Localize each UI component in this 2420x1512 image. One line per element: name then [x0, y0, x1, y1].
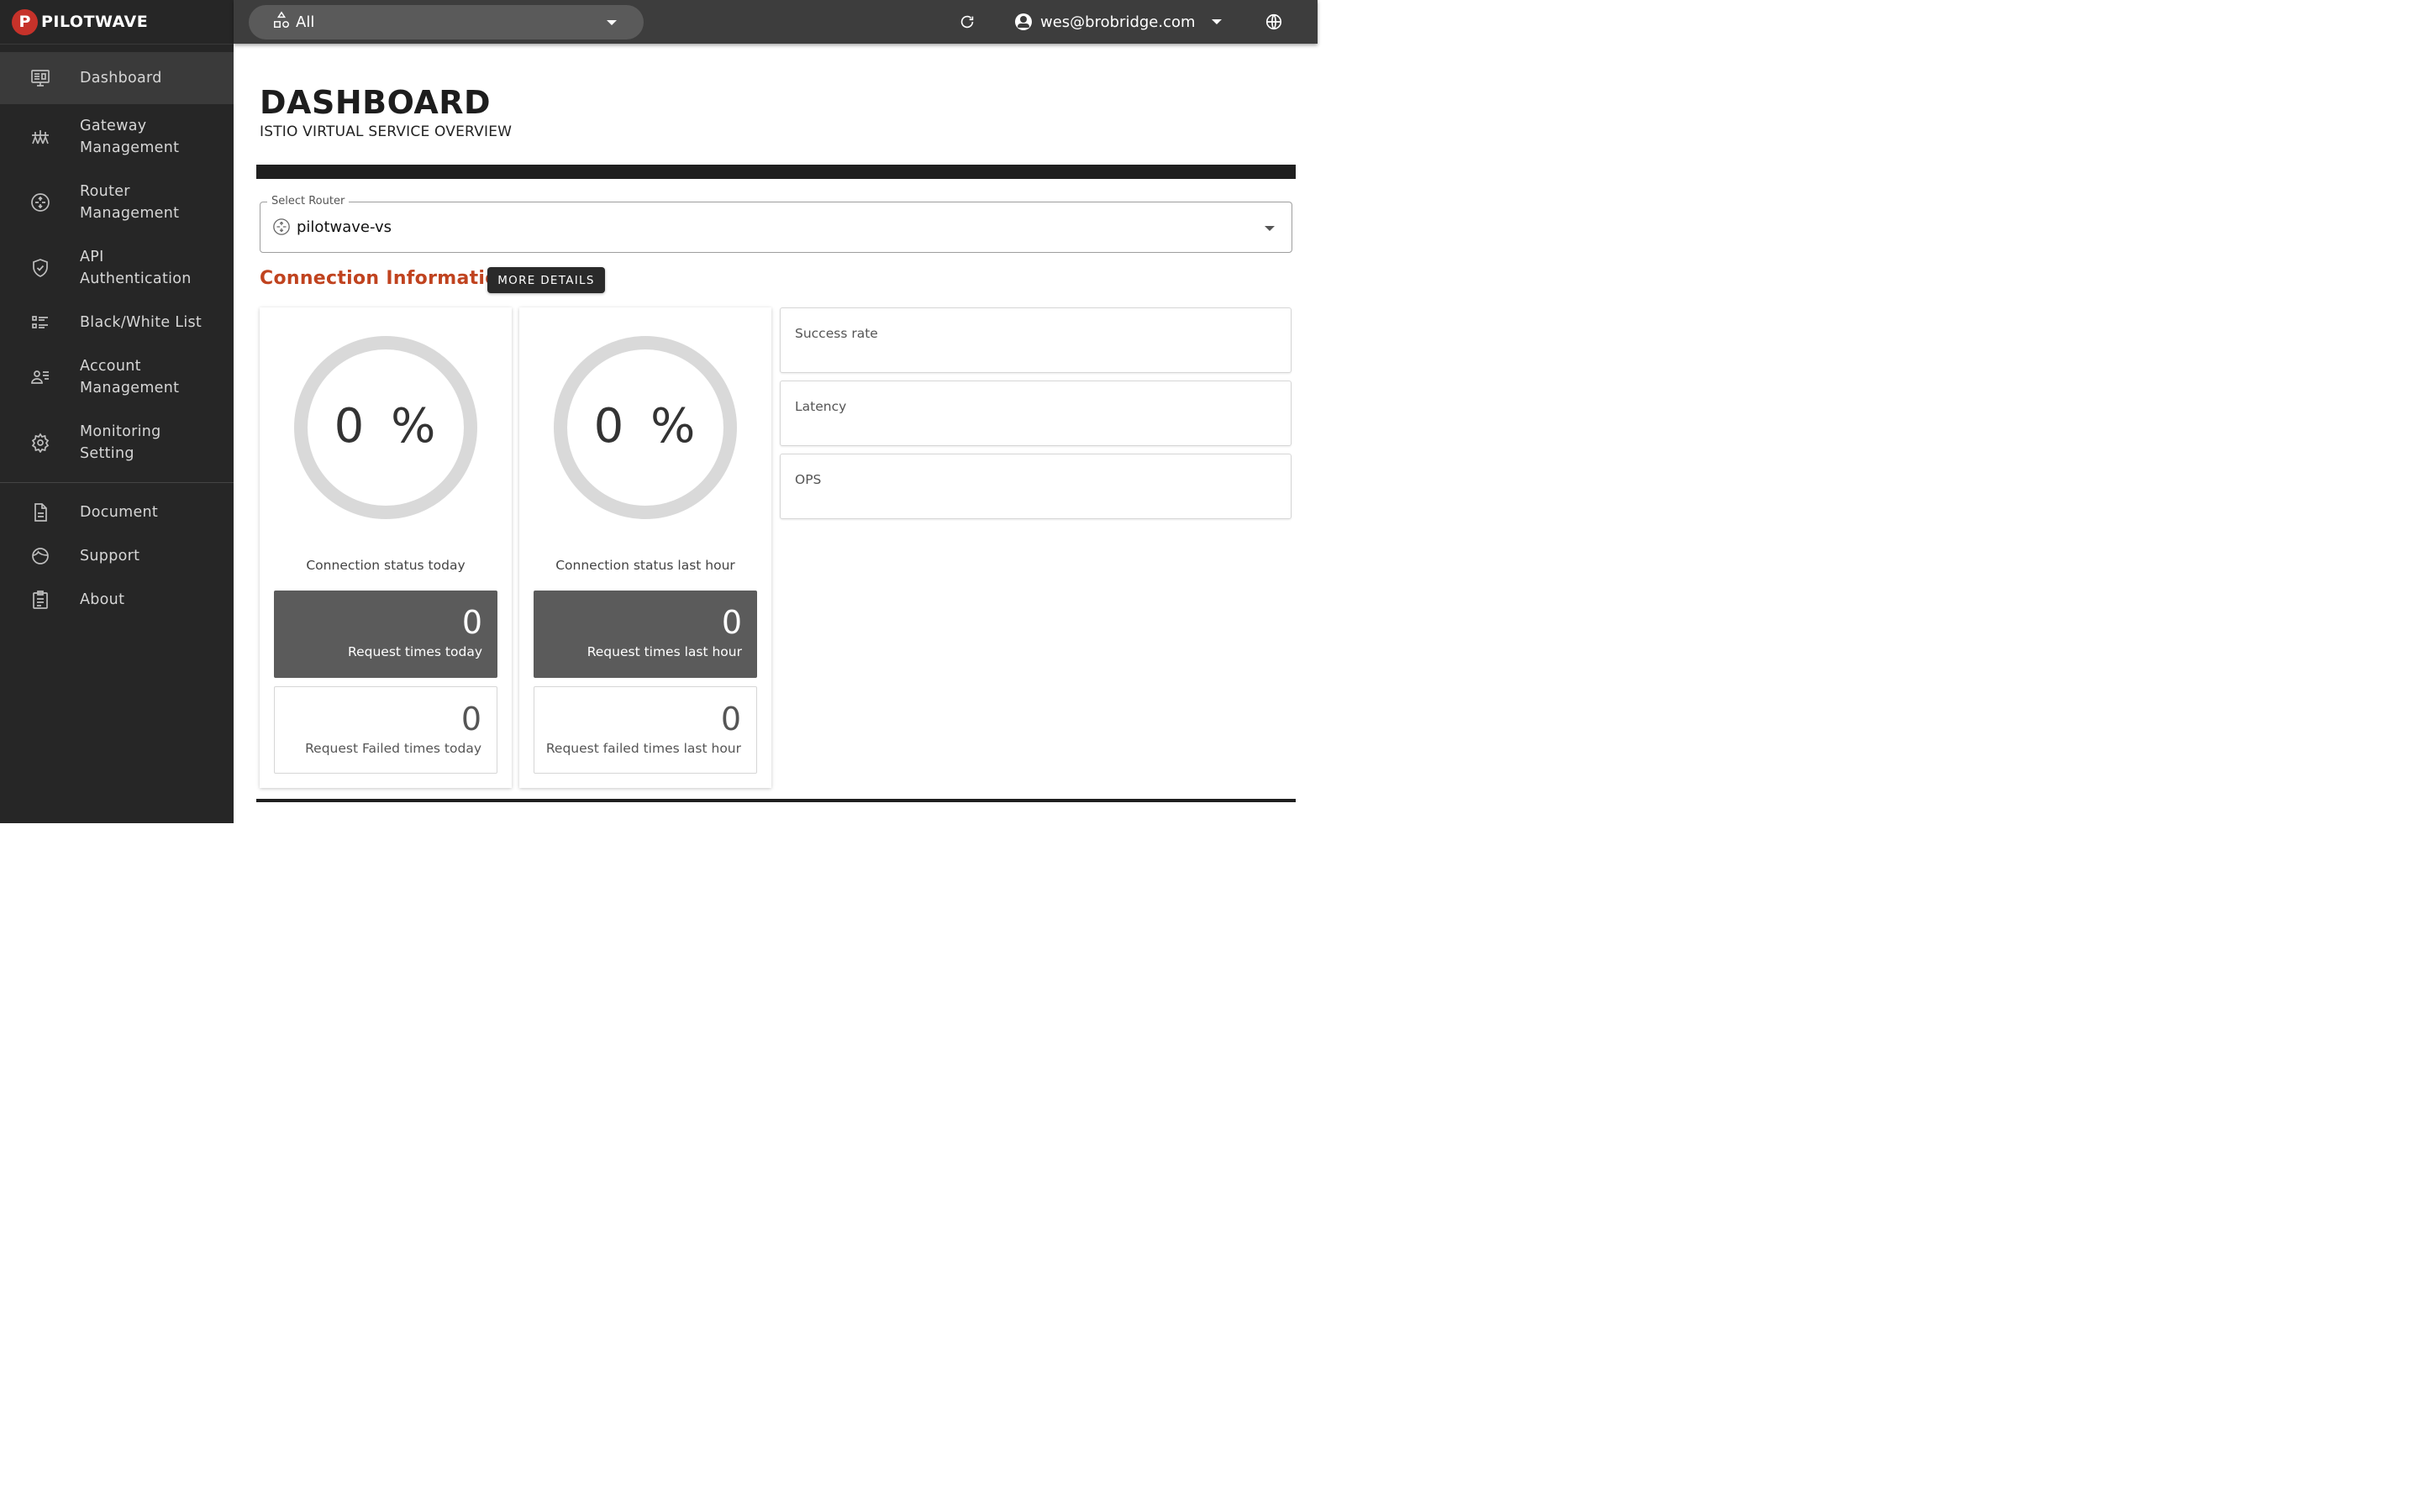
connection-today-gauge: 0 % [293, 335, 478, 520]
stat-value: 0 [461, 604, 482, 641]
router-icon [29, 191, 52, 214]
brand-name: PILOTWAVE [41, 13, 149, 31]
list-icon [29, 311, 52, 334]
connection-last-hour-card: 0 % Connection status last hour 0 Reques… [519, 307, 771, 788]
main-nav: Dashboard Gateway Management Router Mana… [0, 52, 234, 475]
gauge-value: 0 % [334, 399, 438, 454]
stat-label: Request times today [348, 644, 482, 659]
sidebar-item-account-management[interactable]: Account Management [0, 344, 234, 410]
chevron-down-icon [607, 20, 617, 25]
top-bar: All wes@brobridge.com [234, 0, 1318, 44]
sidebar-item-label: Monitoring Setting [80, 423, 161, 462]
metric-label: Latency [795, 399, 847, 414]
metric-label: Success rate [795, 326, 878, 341]
monitor-icon [29, 66, 52, 90]
request-failed-last-hour: 0 Request failed times last hour [534, 686, 757, 774]
sidebar-item-label: API Authentication [80, 249, 192, 287]
nav-divider [0, 482, 234, 483]
globe-icon[interactable] [1265, 13, 1283, 31]
refresh-icon[interactable] [958, 13, 976, 31]
logo-icon: P [12, 8, 38, 35]
latency-panel: Latency [780, 381, 1292, 446]
sidebar-item-label: Gateway Management [80, 118, 180, 156]
bottom-divider [256, 799, 1296, 802]
user-menu[interactable]: wes@brobridge.com [1015, 0, 1196, 44]
request-times-last-hour: 0 Request times last hour [534, 591, 757, 678]
stat-value: 0 [460, 701, 481, 738]
request-failed-today: 0 Request Failed times today [274, 686, 497, 774]
router-select[interactable]: Select Router pilotwave-vs [260, 195, 1292, 253]
success-rate-panel: Success rate [780, 307, 1292, 373]
sidebar: P PILOTWAVE Dashboard Gateway Management [0, 0, 234, 823]
sidebar-item-api-authentication[interactable]: API Authentication [0, 235, 234, 301]
page-subtitle: ISTIO VIRTUAL SERVICE OVERVIEW [260, 123, 513, 140]
stat-label: Request times last hour [587, 644, 742, 659]
section-divider [256, 165, 1296, 179]
namespace-select[interactable]: All [249, 5, 644, 39]
gauge-value: 0 % [593, 399, 697, 454]
metric-label: OPS [795, 472, 822, 487]
gear-icon [29, 431, 52, 454]
gauge-caption: Connection status last hour [555, 558, 735, 573]
sidebar-item-dashboard[interactable]: Dashboard [0, 52, 234, 104]
router-select-value: pilotwave-vs [297, 218, 392, 236]
stat-label: Request Failed times today [305, 741, 481, 756]
ops-panel: OPS [780, 454, 1292, 519]
stat-label: Request failed times last hour [545, 741, 741, 756]
gateway-icon [29, 125, 52, 149]
sidebar-item-label: Router Management [80, 183, 180, 222]
sidebar-item-label: Black/White List [80, 314, 203, 331]
sidebar-item-label: Dashboard [80, 70, 162, 87]
main-content: DASHBOARD ISTIO VIRTUAL SERVICE OVERVIEW… [234, 44, 1318, 823]
sidebar-item-support[interactable]: Support [0, 534, 234, 578]
gauge-caption: Connection status today [306, 558, 466, 573]
chevron-down-icon [1265, 226, 1275, 231]
shapes-icon [272, 11, 291, 34]
chevron-down-icon[interactable] [1212, 19, 1222, 24]
account-circle-icon [1015, 13, 1032, 30]
sidebar-item-about[interactable]: About [0, 578, 234, 622]
support-icon [29, 544, 52, 568]
shield-icon [29, 256, 52, 280]
connection-today-card: 0 % Connection status today 0 Request ti… [260, 307, 512, 788]
connection-info-title: Connection Information [260, 268, 512, 289]
sidebar-item-label: About [80, 591, 125, 608]
account-list-icon [29, 365, 52, 389]
router-icon [272, 218, 291, 236]
clipboard-icon [29, 588, 52, 612]
more-details-button[interactable]: MORE DETAILS [487, 267, 605, 293]
stat-value: 0 [720, 701, 741, 738]
sidebar-item-label: Account Management [80, 358, 180, 396]
secondary-nav: Document Support About [0, 491, 234, 622]
sidebar-item-router-management[interactable]: Router Management [0, 170, 234, 235]
sidebar-item-label: Document [80, 504, 159, 521]
sidebar-item-document[interactable]: Document [0, 491, 234, 534]
sidebar-item-label: Support [80, 548, 140, 564]
connection-last-hour-gauge: 0 % [553, 335, 738, 520]
request-times-today: 0 Request times today [274, 591, 497, 678]
stat-value: 0 [721, 604, 742, 641]
user-email: wes@brobridge.com [1040, 13, 1196, 31]
brand-logo[interactable]: P PILOTWAVE [0, 0, 234, 45]
router-select-legend: Select Router [267, 195, 350, 207]
page-title: DASHBOARD [260, 84, 492, 121]
namespace-value: All [296, 13, 315, 31]
document-icon [29, 501, 52, 524]
sidebar-item-black-white-list[interactable]: Black/White List [0, 301, 234, 344]
sidebar-item-monitoring-setting[interactable]: Monitoring Setting [0, 410, 234, 475]
sidebar-item-gateway-management[interactable]: Gateway Management [0, 104, 234, 170]
